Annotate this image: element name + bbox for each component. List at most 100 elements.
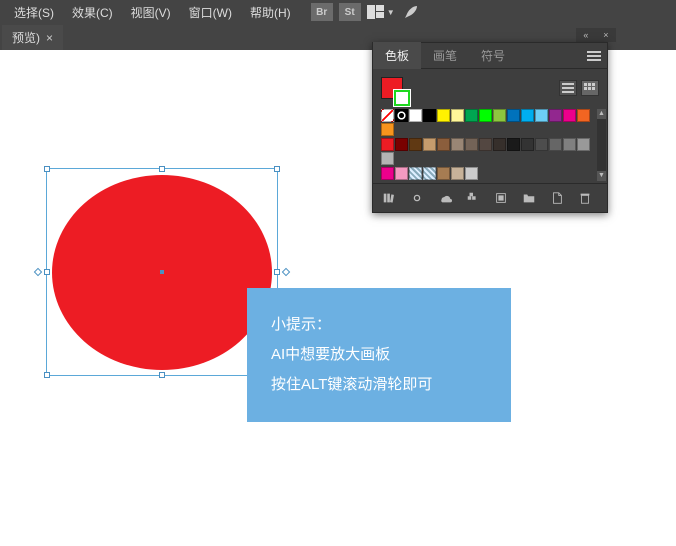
swatch[interactable]	[465, 138, 478, 151]
swatch[interactable]	[563, 109, 576, 122]
swatch[interactable]	[493, 109, 506, 122]
resize-handle-r[interactable]	[274, 269, 280, 275]
resize-handle-l[interactable]	[44, 269, 50, 275]
swatch[interactable]	[535, 109, 548, 122]
swatch-scrollbar[interactable]: ▲ ▼	[597, 109, 606, 181]
feather-button[interactable]	[397, 1, 425, 23]
swatch[interactable]	[521, 138, 534, 151]
swatch[interactable]	[381, 109, 394, 122]
arrange-docs-button[interactable]: ▼	[367, 1, 395, 23]
new-swatch-button[interactable]	[493, 190, 509, 206]
swatch[interactable]	[395, 138, 408, 151]
swatch[interactable]	[451, 109, 464, 122]
swatch[interactable]	[409, 167, 422, 180]
swatch[interactable]	[409, 109, 422, 122]
resize-handle-tl[interactable]	[44, 166, 50, 172]
swatch[interactable]	[437, 138, 450, 151]
swatch[interactable]	[381, 167, 394, 180]
grid-icon	[584, 83, 596, 93]
tab-close-button[interactable]: ×	[46, 31, 53, 45]
page-icon	[550, 191, 564, 205]
menu-help[interactable]: 帮助(H)	[242, 1, 299, 24]
tab-symbols[interactable]: 符号	[469, 42, 517, 69]
stock-button[interactable]: St	[339, 3, 361, 21]
document-tab[interactable]: 预览) ×	[2, 25, 63, 50]
new-swatch-icon	[494, 191, 508, 205]
panel-collapse-button[interactable]: «	[583, 30, 588, 40]
panel-footer	[373, 183, 607, 212]
swatch[interactable]	[465, 167, 478, 180]
tab-brushes[interactable]: 画笔	[421, 42, 469, 69]
menu-select[interactable]: 选择(S)	[6, 1, 62, 24]
swatch[interactable]	[479, 138, 492, 151]
folder-icon	[522, 191, 536, 205]
swatch[interactable]	[437, 109, 450, 122]
swatch[interactable]	[479, 109, 492, 122]
swatch[interactable]	[549, 109, 562, 122]
resize-handle-b[interactable]	[159, 372, 165, 378]
fill-color-preview[interactable]	[381, 77, 403, 99]
tip-line2: AI中想要放大画板	[271, 340, 487, 370]
scroll-down-button[interactable]: ▼	[597, 171, 606, 181]
swatch[interactable]	[381, 123, 394, 136]
swatch[interactable]	[395, 109, 408, 122]
list-view-button[interactable]	[559, 80, 577, 96]
swatch[interactable]	[423, 109, 436, 122]
bridge-button[interactable]: Br	[311, 3, 333, 21]
swatch[interactable]	[451, 167, 464, 180]
panel-tabs: 色板 画笔 符号	[373, 43, 607, 69]
new-color-group-button[interactable]	[465, 190, 481, 206]
resize-handle-t[interactable]	[159, 166, 165, 172]
panel-controls: « ×	[576, 28, 616, 42]
scroll-up-button[interactable]: ▲	[597, 109, 606, 119]
folder-button[interactable]	[521, 190, 537, 206]
swatch[interactable]	[409, 138, 422, 151]
resize-handle-tr[interactable]	[274, 166, 280, 172]
swatch[interactable]	[577, 109, 590, 122]
grid-view-button[interactable]	[581, 80, 599, 96]
fill-stroke-preview	[373, 69, 607, 107]
swatches-panel: 色板 画笔 符号 ▲ ▼	[372, 42, 608, 213]
panel-menu-button[interactable]	[587, 51, 601, 61]
swatch[interactable]	[423, 167, 436, 180]
swatch[interactable]	[395, 167, 408, 180]
tab-label: 预览)	[12, 29, 40, 46]
swatch[interactable]	[507, 138, 520, 151]
swatch[interactable]	[465, 109, 478, 122]
panel-close-button[interactable]: ×	[603, 30, 608, 40]
tab-swatches[interactable]: 色板	[373, 42, 421, 69]
delete-swatch-button[interactable]	[577, 190, 593, 206]
swatch-options-button[interactable]	[437, 190, 453, 206]
menu-view[interactable]: 视图(V)	[123, 1, 179, 24]
swatch[interactable]	[381, 138, 394, 151]
swatch[interactable]	[451, 138, 464, 151]
list-icon	[562, 83, 574, 93]
menu-window[interactable]: 窗口(W)	[181, 1, 240, 24]
tip-callout: 小提示： AI中想要放大画板 按住ALT键滚动滑轮即可	[247, 288, 511, 422]
swatch[interactable]	[493, 138, 506, 151]
selection-bounding-box[interactable]: ↻	[46, 168, 278, 376]
swatch[interactable]	[507, 109, 520, 122]
grid-layout-icon	[367, 5, 385, 19]
swatch[interactable]	[563, 138, 576, 151]
swatch[interactable]	[521, 109, 534, 122]
swatch-kinds-button[interactable]	[409, 190, 425, 206]
swatch[interactable]	[423, 138, 436, 151]
feather-icon	[402, 3, 420, 21]
trash-icon	[578, 191, 592, 205]
stroke-color-preview[interactable]	[394, 90, 410, 106]
menubar: 选择(S) 效果(C) 视图(V) 窗口(W) 帮助(H) Br St ▼	[0, 0, 676, 24]
menu-effect[interactable]: 效果(C)	[64, 1, 121, 24]
swatch[interactable]	[549, 138, 562, 151]
swatch[interactable]	[381, 152, 394, 165]
new-page-button[interactable]	[549, 190, 565, 206]
tip-line1: 小提示：	[271, 310, 487, 340]
selection-center	[160, 270, 164, 274]
resize-handle-bl[interactable]	[44, 372, 50, 378]
swatch[interactable]	[535, 138, 548, 151]
tip-line3: 按住ALT键滚动滑轮即可	[271, 370, 487, 400]
swatch[interactable]	[437, 167, 450, 180]
swatch-libraries-button[interactable]	[381, 190, 397, 206]
color-group-icon	[466, 191, 480, 205]
swatch[interactable]	[577, 138, 590, 151]
